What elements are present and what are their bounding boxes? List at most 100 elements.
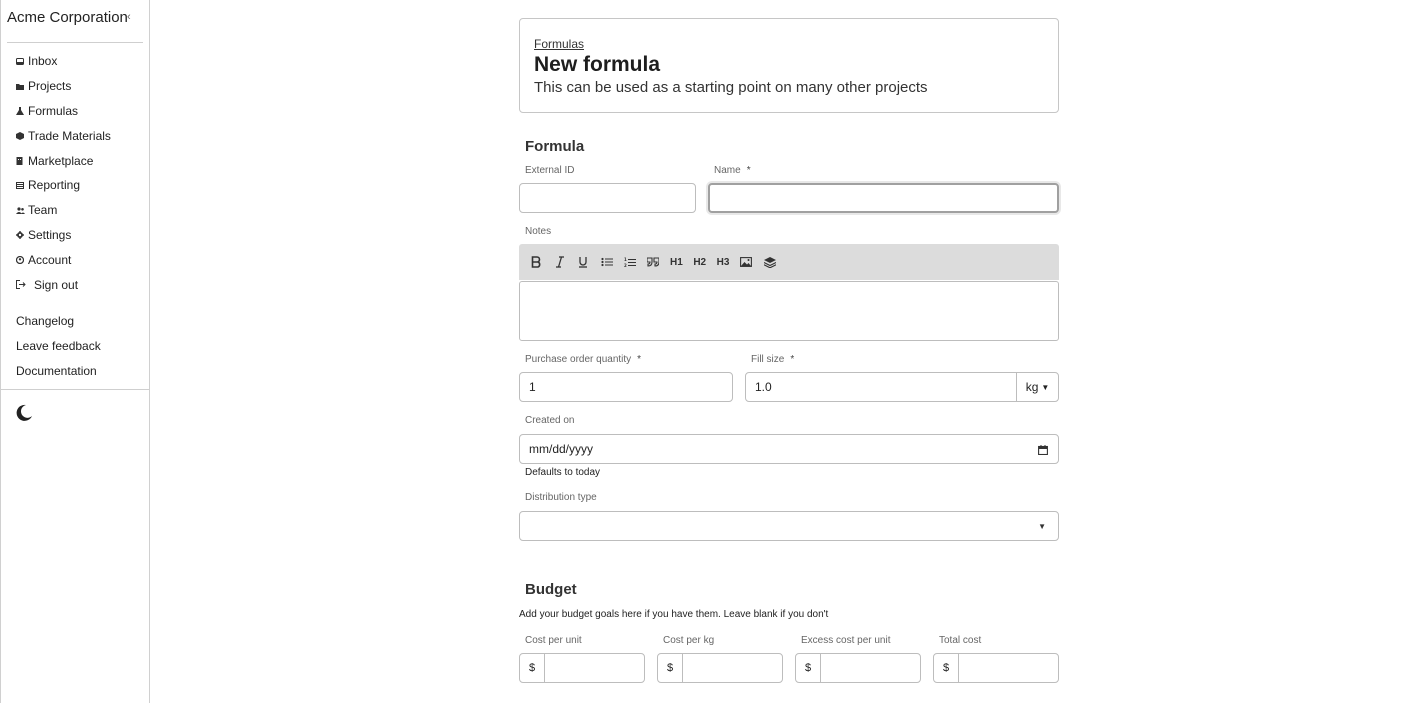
italic-button[interactable]: [548, 250, 571, 274]
image-icon: [740, 257, 753, 267]
required-mark: *: [746, 165, 751, 176]
h3-button[interactable]: H3: [711, 250, 734, 274]
caret-down-icon: ▼: [1041, 382, 1050, 392]
currency-symbol: $: [520, 654, 545, 682]
breadcrumb[interactable]: Formulas: [534, 37, 584, 51]
sidebar-item-label: Projects: [28, 79, 72, 94]
layers-button[interactable]: [758, 250, 781, 274]
notes-label: Notes: [525, 226, 552, 237]
sidebar-item-formulas[interactable]: Formulas: [16, 99, 111, 124]
sidebar-item-label: Formulas: [28, 103, 79, 118]
excess-cost-field: $: [795, 653, 921, 683]
bold-icon: [531, 256, 541, 268]
sidebar-item-inbox[interactable]: Inbox: [16, 49, 111, 74]
image-button[interactable]: [735, 250, 758, 274]
sidebar-nav: Inbox Projects Formulas Trade Materials …: [16, 49, 111, 297]
distribution-label: Distribution type: [525, 492, 597, 503]
changelog-link[interactable]: Changelog: [16, 309, 101, 334]
cost-per-kg-input[interactable]: [683, 654, 782, 682]
user-circle-icon: [16, 255, 28, 264]
building-icon: [16, 156, 28, 165]
h2-button[interactable]: H2: [688, 250, 711, 274]
budget-section-title: Budget: [525, 581, 577, 598]
gear-icon: [16, 230, 28, 239]
formula-section-title: Formula: [525, 138, 585, 155]
sidebar-item-label: Trade Materials: [28, 128, 111, 143]
cube-icon: [16, 131, 28, 140]
page-subtitle: This can be used as a starting point on …: [534, 79, 928, 96]
blockquote-button[interactable]: [641, 250, 664, 274]
folder-icon: [16, 83, 28, 90]
fill-unit-select[interactable]: kg ▼: [1016, 372, 1059, 402]
sidebar-item-team[interactable]: Team: [16, 198, 111, 223]
cost-per-unit-label: Cost per unit: [525, 635, 582, 646]
inbox-icon: [16, 57, 28, 65]
moon-icon[interactable]: [15, 404, 33, 427]
fill-unit-value: kg: [1025, 380, 1039, 394]
sidebar-item-label: Sign out: [34, 277, 79, 292]
bold-button[interactable]: [525, 250, 548, 274]
sidebar-divider: [1, 389, 149, 390]
page-title: New formula: [534, 53, 661, 76]
h1-button[interactable]: H1: [665, 250, 688, 274]
bullet-list-icon: [600, 257, 613, 267]
po-qty-input[interactable]: 1: [519, 372, 733, 402]
leave-feedback-link[interactable]: Leave feedback: [16, 334, 101, 359]
excess-cost-label: Excess cost per unit: [801, 635, 891, 646]
created-on-label: Created on: [525, 415, 575, 426]
ordered-list-icon: 12: [624, 257, 636, 268]
svg-text:2: 2: [624, 263, 627, 268]
fill-size-input[interactable]: 1.0: [745, 372, 1017, 402]
distribution-select[interactable]: ▼: [519, 511, 1059, 541]
cost-per-unit-input[interactable]: [545, 654, 644, 682]
external-id-input[interactable]: [519, 183, 696, 213]
italic-icon: [555, 256, 564, 268]
sidebar-item-marketplace[interactable]: Marketplace: [16, 148, 111, 173]
currency-symbol: $: [796, 654, 821, 682]
currency-symbol: $: [658, 654, 683, 682]
sidebar-item-account[interactable]: Account: [16, 247, 111, 272]
documentation-link[interactable]: Documentation: [16, 359, 101, 384]
brand-name: Acme Corporation: [7, 9, 128, 26]
po-qty-label: Purchase order quantity *: [525, 354, 642, 365]
sidebar-item-projects[interactable]: Projects: [16, 74, 111, 99]
notes-toolbar: 12 H1 H2 H3: [519, 244, 1059, 280]
total-cost-field: $: [933, 653, 1059, 683]
name-input[interactable]: [708, 183, 1059, 213]
chevron-left-icon[interactable]: ‹: [127, 11, 131, 23]
quote-icon: [647, 257, 660, 267]
created-on-input[interactable]: mm/dd/yyyy: [519, 434, 1059, 464]
excess-cost-input[interactable]: [821, 654, 920, 682]
bullet-list-button[interactable]: [595, 250, 618, 274]
name-label: Name *: [714, 165, 751, 176]
sidebar-item-settings[interactable]: Settings: [16, 223, 111, 248]
caret-down-icon: ▼: [1038, 522, 1046, 531]
flask-icon: [16, 106, 28, 115]
sidebar-divider: [7, 42, 143, 43]
sidebar-item-label: Account: [28, 252, 72, 267]
svg-text:1: 1: [624, 257, 627, 262]
sidebar-item-label: Settings: [28, 227, 72, 242]
sidebar-item-trade-materials[interactable]: Trade Materials: [16, 123, 111, 148]
sidebar-item-reporting[interactable]: Reporting: [16, 173, 111, 198]
currency-symbol: $: [934, 654, 959, 682]
users-icon: [16, 207, 28, 214]
sidebar: Acme Corporation ‹ Inbox Projects Formul…: [0, 0, 150, 703]
cost-per-unit-field: $: [519, 653, 645, 683]
notes-editor[interactable]: [519, 281, 1059, 341]
cost-per-kg-field: $: [657, 653, 783, 683]
ordered-list-button[interactable]: 12: [618, 250, 641, 274]
calendar-icon[interactable]: [1038, 444, 1048, 458]
cost-per-kg-label: Cost per kg: [663, 635, 715, 646]
total-cost-input[interactable]: [959, 654, 1058, 682]
budget-description: Add your budget goals here if you have t…: [519, 609, 829, 620]
date-placeholder: mm/dd/yyyy: [529, 442, 594, 456]
sidebar-item-label: Team: [28, 203, 58, 218]
underline-button[interactable]: [572, 250, 595, 274]
created-on-hint: Defaults to today: [525, 467, 601, 478]
sidebar-item-sign-out[interactable]: Sign out: [16, 272, 111, 297]
table-icon: [16, 181, 28, 189]
required-mark: *: [790, 354, 795, 365]
required-mark: *: [637, 354, 642, 365]
sign-out-icon: [16, 280, 34, 290]
